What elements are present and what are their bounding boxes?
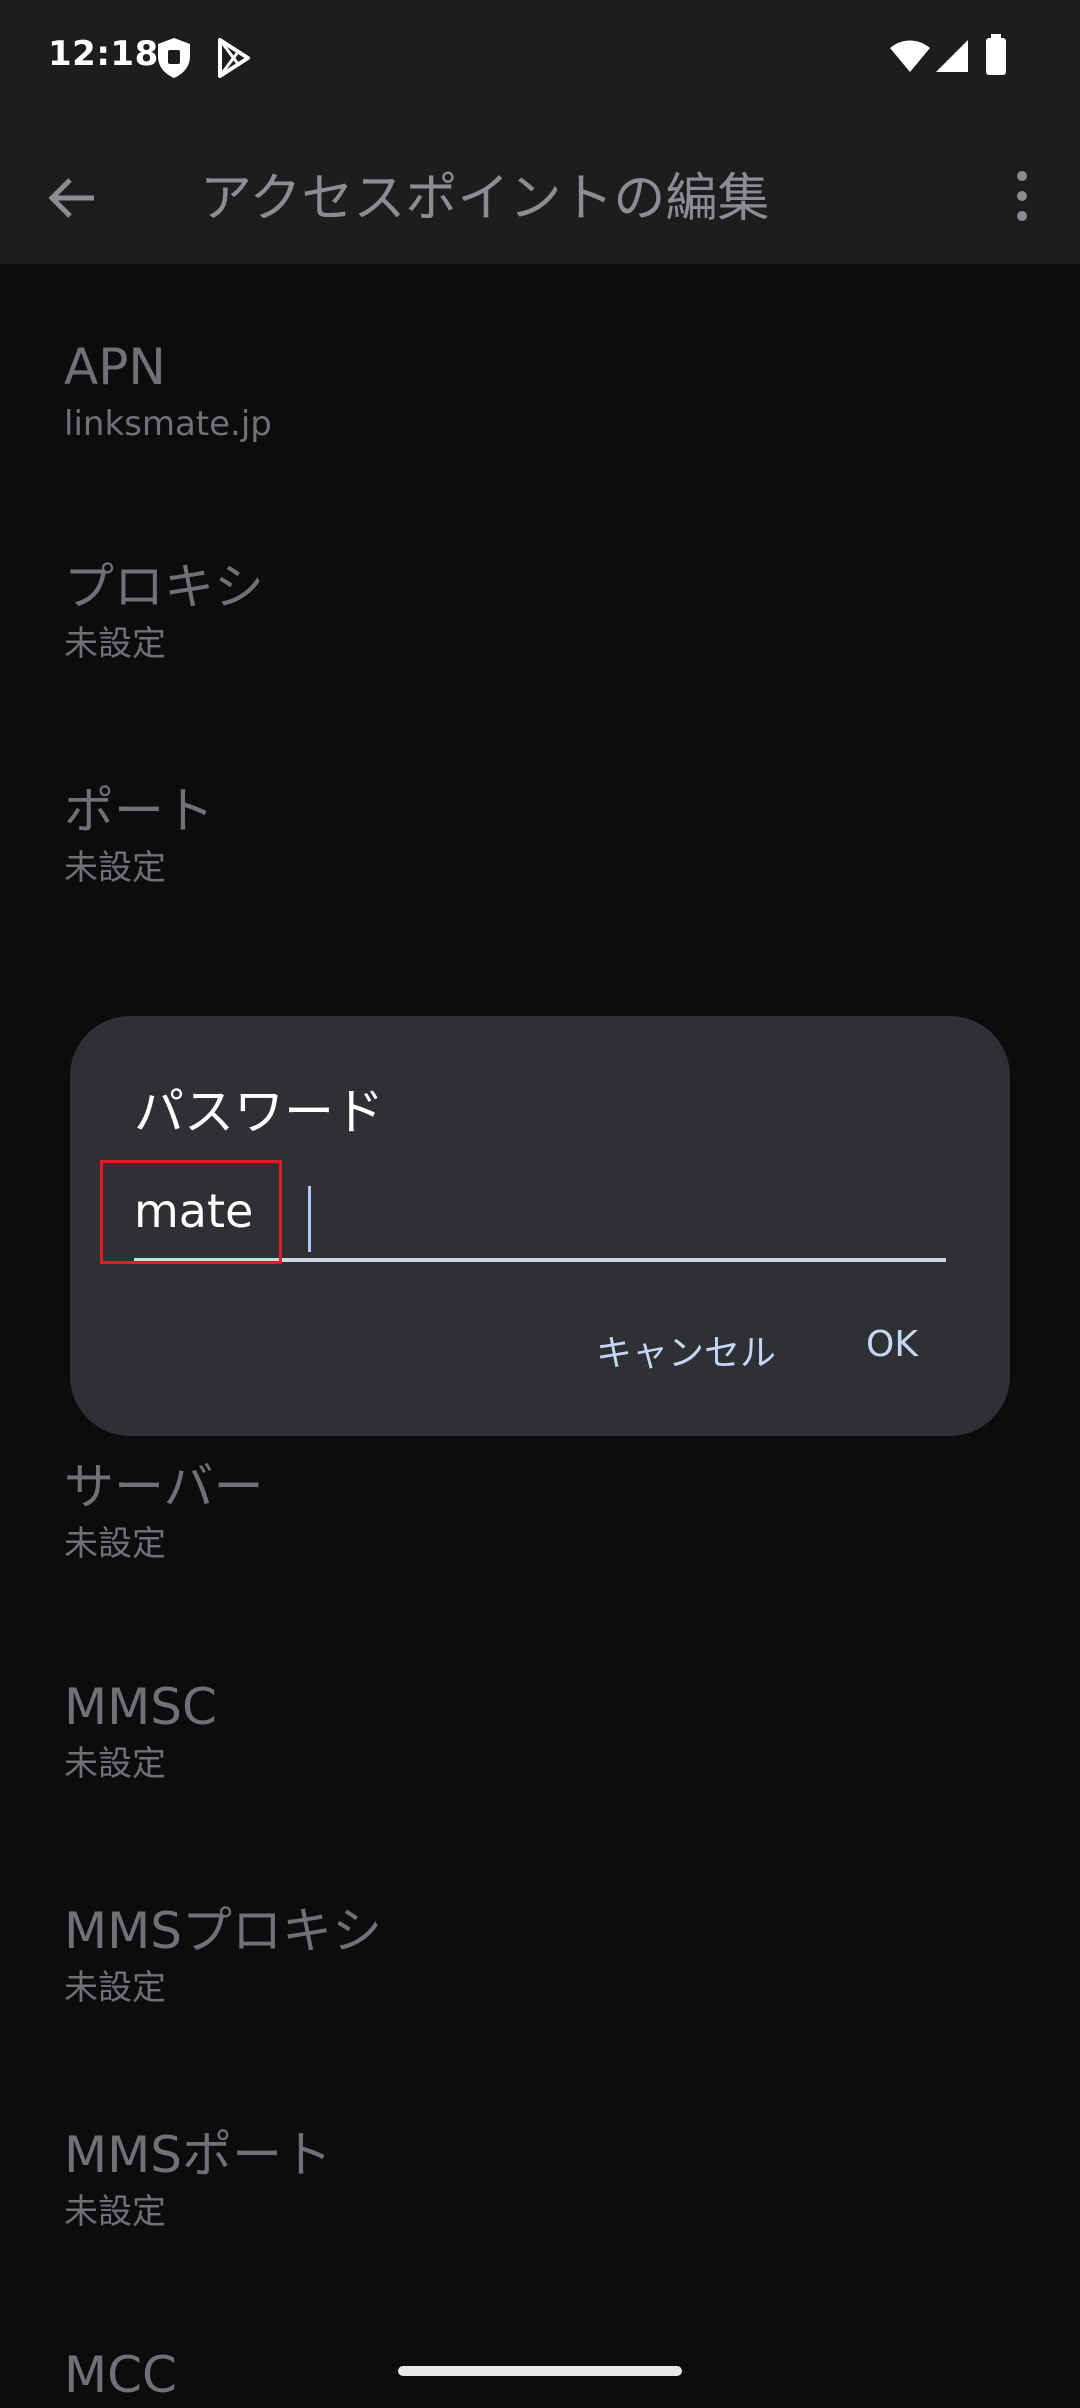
page-title: アクセスポイントの編集 xyxy=(200,169,770,229)
setting-title: プロキシ xyxy=(64,558,264,616)
setting-value: 未設定 xyxy=(64,1524,166,1564)
more-vertical-icon xyxy=(1017,171,1027,221)
setting-value: 未設定 xyxy=(64,1744,166,1784)
wifi-icon xyxy=(888,38,932,78)
text-cursor xyxy=(308,1186,311,1252)
setting-title: MMSポート xyxy=(64,2126,333,2184)
setting-mmsc[interactable]: MMSC 未設定 xyxy=(64,1674,1044,1786)
shield-app-icon xyxy=(154,36,194,84)
app-bar: アクセスポイントの編集 xyxy=(0,120,1080,264)
setting-value: linksmate.jp xyxy=(64,404,272,444)
setting-title: サーバー xyxy=(64,1458,264,1516)
cancel-button[interactable]: キャンセル xyxy=(586,1316,786,1384)
play-store-icon xyxy=(214,36,254,84)
setting-mms-port[interactable]: MMSポート 未設定 xyxy=(64,2122,1044,2234)
setting-title: MMSプロキシ xyxy=(64,1902,383,1960)
ok-button[interactable]: OK xyxy=(856,1316,928,1373)
setting-proxy[interactable]: プロキシ 未設定 xyxy=(64,554,1044,666)
setting-apn[interactable]: APN linksmate.jp xyxy=(64,334,1044,446)
highlight-box xyxy=(100,1160,282,1264)
setting-value: 未設定 xyxy=(64,2192,166,2232)
battery-icon xyxy=(984,34,1008,80)
status-bar: 12:18 xyxy=(0,0,1080,120)
setting-value: 未設定 xyxy=(64,624,166,664)
setting-server[interactable]: サーバー 未設定 xyxy=(64,1454,1044,1566)
home-gesture-bar[interactable] xyxy=(398,2366,682,2376)
setting-value: 未設定 xyxy=(64,1968,166,2008)
arrow-left-icon xyxy=(48,178,94,218)
setting-title: ポート xyxy=(64,782,214,840)
cellular-signal-icon xyxy=(934,38,970,78)
more-options-button[interactable] xyxy=(998,160,1046,232)
status-time: 12:18 xyxy=(48,34,159,74)
setting-value: 未設定 xyxy=(64,848,166,888)
setting-title: MMSC xyxy=(64,1678,217,1736)
back-button[interactable] xyxy=(36,162,108,234)
setting-mms-proxy[interactable]: MMSプロキシ 未設定 xyxy=(64,1898,1044,2010)
dialog-title: パスワード xyxy=(134,1083,384,1141)
setting-port[interactable]: ポート 未設定 xyxy=(64,778,1044,890)
setting-title: APN xyxy=(64,338,166,396)
